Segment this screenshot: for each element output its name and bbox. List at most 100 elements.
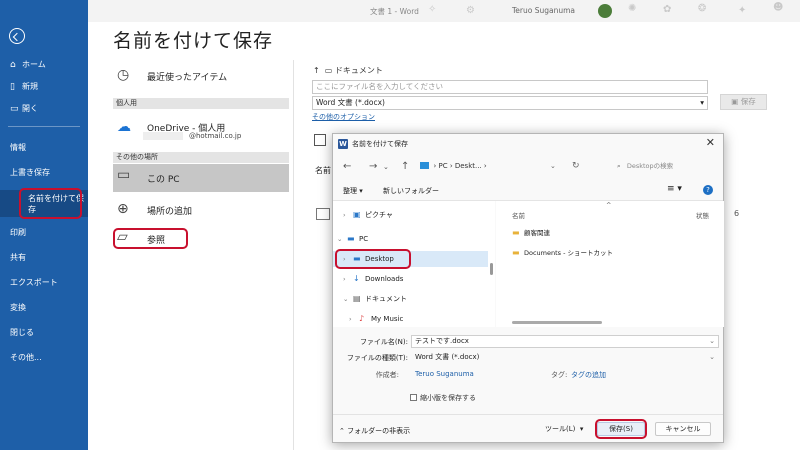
tree-item-pc[interactable]: ⌄ ▬ PC xyxy=(337,231,368,247)
decoration-icon: ❂ xyxy=(698,3,707,14)
new-folder-icon[interactable] xyxy=(314,134,326,146)
nav-share[interactable]: 共有 xyxy=(0,249,88,267)
chevron-right-icon[interactable]: › xyxy=(343,271,353,287)
pc-icon: ▬ xyxy=(347,234,355,243)
up-arrow-icon[interactable]: ↑ xyxy=(313,66,320,75)
folder-icon xyxy=(316,208,330,220)
forward-icon[interactable]: → xyxy=(369,161,377,172)
back-arrow-icon[interactable] xyxy=(9,28,25,44)
chevron-down-icon[interactable]: ⌄ xyxy=(337,231,347,247)
tree-item-downloads[interactable]: › ↓ Downloads xyxy=(343,271,403,287)
new-folder-button[interactable]: 新しいフォルダー xyxy=(383,186,439,196)
chevron-down-icon[interactable]: ⌄ xyxy=(709,352,715,363)
filename-label: ファイル名(N): xyxy=(359,338,408,346)
nav-save[interactable]: 上書き保存 xyxy=(0,164,88,182)
word-icon: W xyxy=(338,139,348,149)
save-button-disabled[interactable]: ▣ 保存 xyxy=(720,94,767,110)
highlight-save-as xyxy=(19,188,82,219)
filetype-select[interactable]: Word 文書 (*.docx) ▾ xyxy=(312,96,708,110)
page-title: 名前を付けて保存 xyxy=(113,30,274,52)
folder-shortcut-icon: ▬ xyxy=(512,248,520,257)
new-doc-icon: ▯ xyxy=(10,82,15,92)
column-overflow: 6 xyxy=(734,209,740,218)
add-place[interactable]: ⊕ 場所の追加 xyxy=(113,198,289,224)
user-name[interactable]: Teruo Suganuma xyxy=(512,6,575,15)
filename-field[interactable]: テストです.docx ⌄ xyxy=(411,335,719,348)
globe-icon: ⊕ xyxy=(117,201,129,217)
nav-info[interactable]: 情報 xyxy=(0,139,88,157)
current-folder-path[interactable]: ↑ ▭ ドキュメント xyxy=(313,65,383,76)
cancel-button[interactable]: キャンセル xyxy=(655,422,711,436)
this-pc-location[interactable]: ▭ この PC xyxy=(113,164,289,192)
documents-icon: ▤ xyxy=(353,294,361,303)
nav-print[interactable]: 印刷 xyxy=(0,224,88,242)
history-chevron-icon[interactable]: ⌄ xyxy=(383,163,389,171)
chevron-right-icon[interactable]: › xyxy=(349,311,359,327)
search-input[interactable]: ⌕ Desktopの検索 xyxy=(617,158,717,174)
nav-more[interactable]: その他... xyxy=(0,349,88,367)
nav-close[interactable]: 閉じる xyxy=(0,324,88,342)
tree-item-pictures[interactable]: › ▣ ピクチャ xyxy=(343,207,393,223)
divider xyxy=(293,60,294,450)
back-icon[interactable]: ← xyxy=(343,161,351,172)
list-item[interactable]: ▬ Documents - ショートカット xyxy=(512,247,613,257)
file-list: 名前 ^ 状態 ▬ 顧客関連 ▬ Documents - ショートカット xyxy=(496,201,724,327)
folder-icon: ▭ xyxy=(324,66,333,75)
refresh-icon[interactable]: ↻ xyxy=(572,158,580,174)
chevron-down-icon[interactable]: ⌄ xyxy=(343,291,353,307)
decoration-icon: ✺ xyxy=(628,3,637,14)
column-header-name[interactable]: 名前 xyxy=(512,210,525,220)
chevron-down-icon[interactable]: ⌄ xyxy=(709,336,715,347)
group-other: その他の場所 xyxy=(113,152,289,163)
save-icon: ▣ xyxy=(731,97,739,106)
tree-item-my-music[interactable]: › ♪ My Music xyxy=(349,311,403,327)
dialog-titlebar: W 名前を付けて保存 ✕ xyxy=(333,134,723,154)
nav-open[interactable]: ▭ 開く xyxy=(0,100,88,118)
view-options-icon[interactable]: ≡ ▾ xyxy=(667,184,682,194)
onedrive-location[interactable]: ☁ OneDrive - 個人用 @hotmail.co.jp xyxy=(113,116,289,146)
checkbox-icon xyxy=(410,394,417,401)
title-bar: 文書 1 - Word Teruo Suganuma ✧ ⚙ ✺ ✿ ❂ ✦ ☻ xyxy=(88,0,800,22)
avatar[interactable] xyxy=(598,4,612,18)
filetype-field[interactable]: Word 文書 (*.docx) ⌄ xyxy=(411,351,719,364)
tag-value[interactable]: タグの追加 xyxy=(571,370,606,380)
tree-item-documents[interactable]: ⌄ ▤ ドキュメント xyxy=(343,291,407,307)
list-item[interactable]: ▬ 顧客関連 xyxy=(512,227,550,237)
chevron-down-icon[interactable]: ⌄ xyxy=(550,158,556,174)
address-bar[interactable]: › PC › Deskt... › ⌄ ↻ xyxy=(420,158,610,174)
nav-export[interactable]: エクスポート xyxy=(0,274,88,292)
highlight-browse xyxy=(113,228,188,249)
search-icon: ⌕ xyxy=(617,162,621,170)
column-header-status[interactable]: 状態 xyxy=(696,210,709,220)
list-scrollbar[interactable] xyxy=(512,321,602,324)
nav-home[interactable]: ⌂ ホーム xyxy=(0,56,88,74)
tree-scrollbar[interactable] xyxy=(490,263,493,275)
column-name: 名前 xyxy=(315,166,331,175)
highlight-save-button xyxy=(595,419,647,439)
pictures-icon: ▣ xyxy=(353,210,361,219)
hide-folders-toggle[interactable]: ⌃ フォルダーの非表示 xyxy=(339,426,410,436)
chevron-up-icon: ⌃ xyxy=(339,427,345,435)
up-icon[interactable]: ↑ xyxy=(401,161,409,172)
more-options-link[interactable]: その他のオプション xyxy=(312,112,375,122)
organize-menu[interactable]: 整理 ▾ xyxy=(343,186,363,196)
highlight-desktop xyxy=(335,249,411,269)
filename-input[interactable]: ここにファイル名を入力してください xyxy=(312,80,708,94)
thumbnail-checkbox[interactable]: 縮小版を保存する xyxy=(410,393,476,403)
author-label: 作成者: xyxy=(375,371,399,379)
recent-items[interactable]: ◷ 最近使ったアイテム xyxy=(113,64,289,90)
backstage-nav: ⌂ ホーム ▯ 新規 ▭ 開く 情報 上書き保存 名前を付けて保存 印刷 共有 エクス… xyxy=(0,0,88,450)
sort-chevron-icon: ^ xyxy=(606,201,612,209)
nav-new[interactable]: ▯ 新規 xyxy=(0,78,88,96)
chevron-right-icon[interactable]: › xyxy=(343,207,353,223)
decoration-icon: ✧ xyxy=(428,4,437,15)
author-value[interactable]: Teruo Suganuma xyxy=(415,370,474,378)
decoration-icon: ⚙ xyxy=(466,5,475,16)
filetype-label: ファイルの種類(T): xyxy=(346,354,408,362)
tools-menu[interactable]: ツール(L) ▾ xyxy=(545,424,583,434)
nav-transform[interactable]: 変換 xyxy=(0,299,88,317)
nav-divider xyxy=(8,126,80,127)
save-as-dialog: W 名前を付けて保存 ✕ ← → ⌄ ↑ › PC › Deskt... › ⌄… xyxy=(332,133,724,443)
help-icon[interactable]: ? xyxy=(703,185,713,195)
close-icon[interactable]: ✕ xyxy=(706,136,715,149)
